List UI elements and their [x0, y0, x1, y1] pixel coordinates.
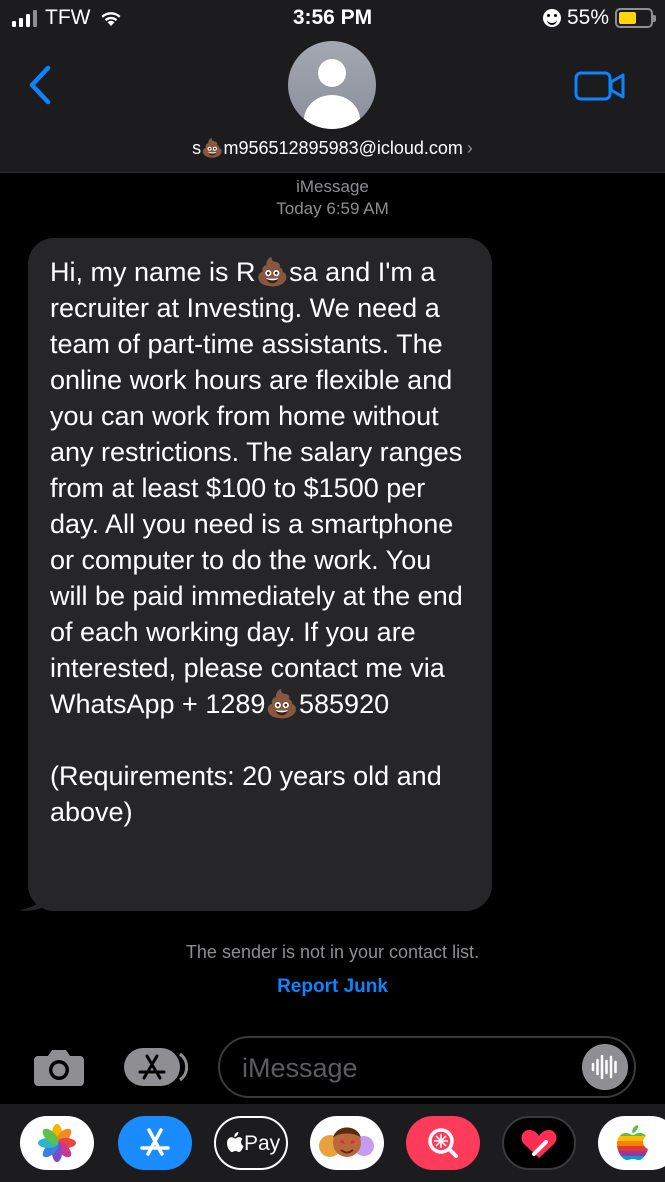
avatar-head: [318, 59, 346, 87]
search-images-icon[interactable]: [406, 1116, 480, 1170]
memoji-icon[interactable]: [310, 1116, 384, 1170]
timestamp-day: Today: [276, 199, 322, 218]
message-input[interactable]: [242, 1052, 572, 1084]
conversation-header: TFW 3:56 PM 55% s💩m956512895983@icloud.c…: [0, 0, 665, 173]
message-input-field[interactable]: [218, 1036, 636, 1098]
digital-touch-icon[interactable]: [502, 1116, 576, 1170]
video-camera-icon[interactable]: [574, 70, 626, 102]
battery-fill: [619, 12, 636, 24]
audio-waveform-icon[interactable]: [582, 1044, 628, 1090]
contact-address-text: s💩m956512895983@icloud.com: [192, 138, 463, 158]
unknown-sender-note: The sender is not in your contact list.: [185, 942, 480, 962]
contact-address[interactable]: s💩m956512895983@icloud.com ›: [0, 138, 665, 159]
chevron-right-icon: ›: [466, 138, 473, 158]
incoming-message-bubble[interactable]: Hi, my name is R💩sa and I'm a recruiter …: [28, 238, 492, 911]
app-store-app-icon[interactable]: [118, 1116, 192, 1170]
message-meta: iMessage Today 6:59 AM: [0, 176, 665, 220]
photos-icon[interactable]: [20, 1116, 94, 1170]
battery-percent: 55%: [566, 6, 609, 29]
avatar-body: [304, 95, 360, 129]
camera-icon[interactable]: [32, 1046, 86, 1088]
back-chevron-icon[interactable]: [26, 64, 56, 106]
status-right: 55%: [542, 6, 656, 30]
report-junk-link[interactable]: Report Junk: [0, 976, 665, 998]
status-bar: TFW 3:56 PM 55%: [0, 0, 665, 36]
timestamp: Today 6:59 AM: [0, 198, 665, 220]
focus-smiley-icon: [542, 9, 561, 27]
contact-avatar[interactable]: [288, 41, 376, 129]
apple-logo-icon[interactable]: [598, 1116, 665, 1170]
timestamp-time: 6:59 AM: [326, 199, 389, 218]
battery-icon: [615, 8, 656, 28]
service-label: iMessage: [296, 177, 369, 196]
apple-pay-label: Pay: [244, 1132, 281, 1155]
apple-pay-icon[interactable]: Pay: [214, 1116, 288, 1170]
imessage-app-drawer: Pay: [0, 1104, 665, 1182]
app-store-icon[interactable]: [122, 1046, 188, 1088]
